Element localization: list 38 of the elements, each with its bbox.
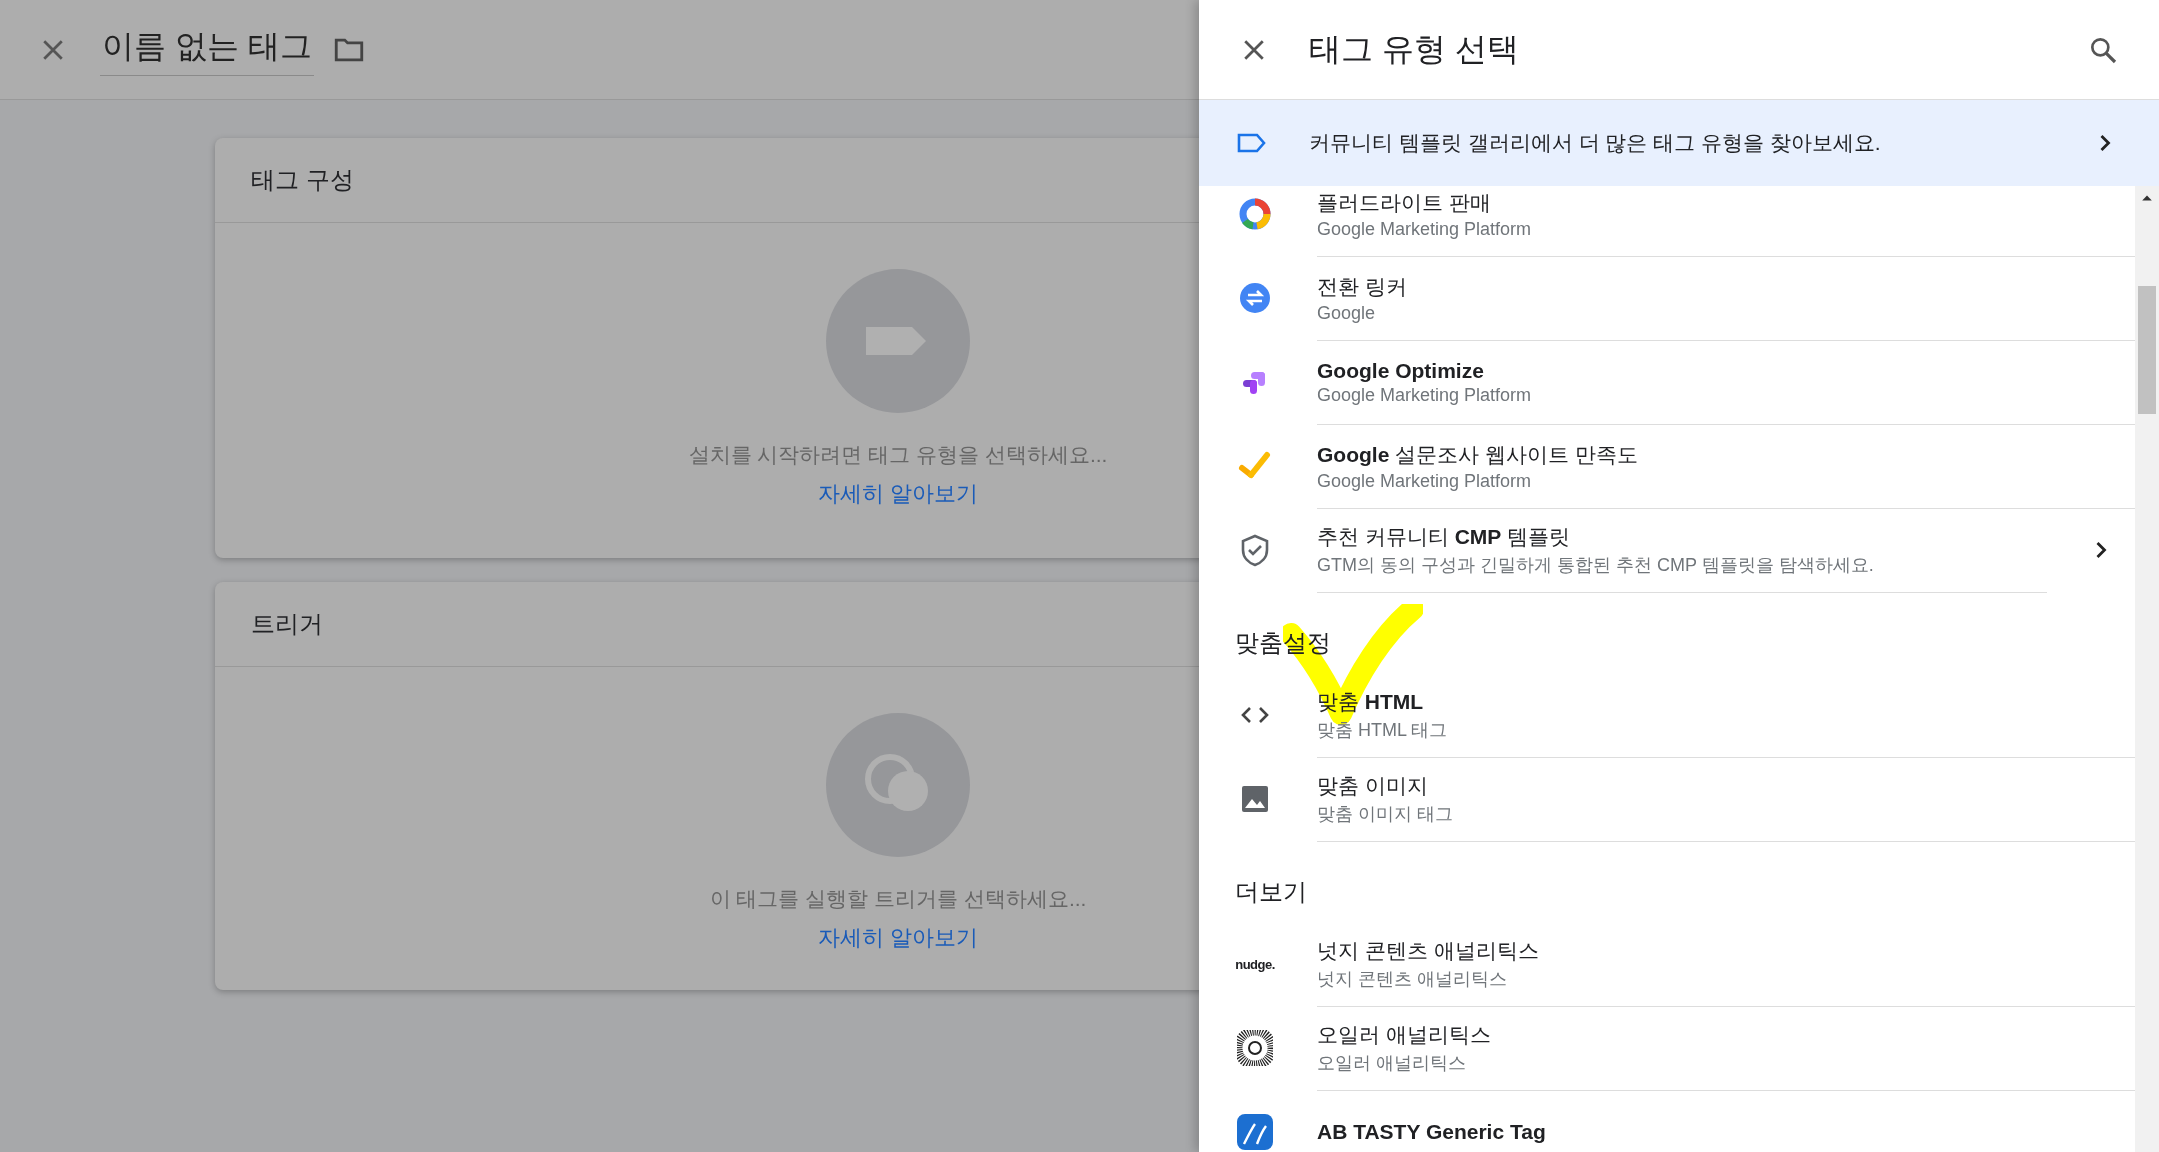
- panel-title: 태그 유형 선택: [1309, 29, 1520, 69]
- item-title: 추천 커뮤니티 CMP 템플릿: [1317, 524, 1571, 550]
- tag-type-item[interactable]: 오일러 애널리틱스 오일러 애널리틱스: [1199, 1006, 2135, 1090]
- ring-icon: [1237, 196, 1273, 232]
- tag-type-item[interactable]: nudge. 넛지 콘텐츠 애널리틱스 넛지 콘텐츠 애널리틱스: [1199, 922, 2135, 1006]
- tag-type-item[interactable]: AB TASTY Generic Tag: [1199, 1090, 2135, 1152]
- tag-type-item[interactable]: 플러드라이트 판매 Google Marketing Platform: [1199, 186, 2135, 256]
- tag-type-item[interactable]: Google Optimize Google Marketing Platform: [1199, 340, 2135, 424]
- tag-type-item[interactable]: 전환 링커 Google: [1199, 256, 2135, 340]
- item-subtitle: GTM의 동의 구성과 긴밀하게 통합된 추천 CMP 템플릿을 탐색하세요.: [1317, 554, 1874, 577]
- gallery-banner[interactable]: 커뮤니티 템플릿 갤러리에서 더 많은 태그 유형을 찾아보세요.: [1199, 100, 2159, 186]
- item-subtitle: 맞춤 이미지 태그: [1317, 803, 1453, 826]
- item-title: 오일러 애널리틱스: [1317, 1022, 1491, 1048]
- item-subtitle: Google Marketing Platform: [1317, 218, 1532, 240]
- swap-arrows-icon: [1237, 280, 1273, 316]
- hint-text: 이 태그를 실행할 트리거를 선택하세요...: [709, 886, 1087, 912]
- item-subtitle: 오일러 애널리틱스: [1317, 1052, 1466, 1075]
- item-subtitle: 맞춤 HTML 태그: [1317, 719, 1448, 742]
- item-subtitle: Google: [1317, 302, 1376, 324]
- item-title: 플러드라이트 판매: [1317, 189, 1491, 216]
- nudge-logo: nudge.: [1235, 956, 1275, 972]
- tag-type-item[interactable]: Google 설문조사 웹사이트 만족도 Google Marketing Platform: [1199, 424, 2135, 508]
- item-title: 넛지 콘텐츠 애널리틱스: [1317, 938, 1539, 964]
- tag-name-field[interactable]: 이름 없는 태그: [100, 23, 314, 76]
- sunburst-icon: [1237, 1030, 1273, 1066]
- item-title: Google 설문조사 웹사이트 만족도: [1317, 441, 1638, 468]
- item-subtitle: 넛지 콘텐츠 애널리틱스: [1317, 968, 1507, 991]
- hint-text: 설치를 시작하려면 태그 유형을 선택하세요...: [688, 442, 1108, 468]
- item-title: Google Optimize: [1317, 358, 1484, 383]
- tag-type-item[interactable]: 추천 커뮤니티 CMP 템플릿 GTM의 동의 구성과 긴밀하게 통합된 추천 CMP 템플릿을 탐색하세요.: [1199, 508, 2135, 592]
- item-subtitle: Google Marketing Platform: [1317, 384, 1532, 406]
- item-title: 전환 링커: [1317, 273, 1407, 300]
- section-heading: 더보기: [1235, 877, 1307, 907]
- scrollbar-thumb[interactable]: [2138, 286, 2156, 414]
- item-title: 맞춤 이미지: [1317, 773, 1428, 799]
- item-title: AB TASTY Generic Tag: [1317, 1120, 1546, 1144]
- item-subtitle: Google Marketing Platform: [1317, 470, 1532, 492]
- tag-type-item[interactable]: 맞춤 이미지 맞춤 이미지 태그: [1199, 757, 2135, 841]
